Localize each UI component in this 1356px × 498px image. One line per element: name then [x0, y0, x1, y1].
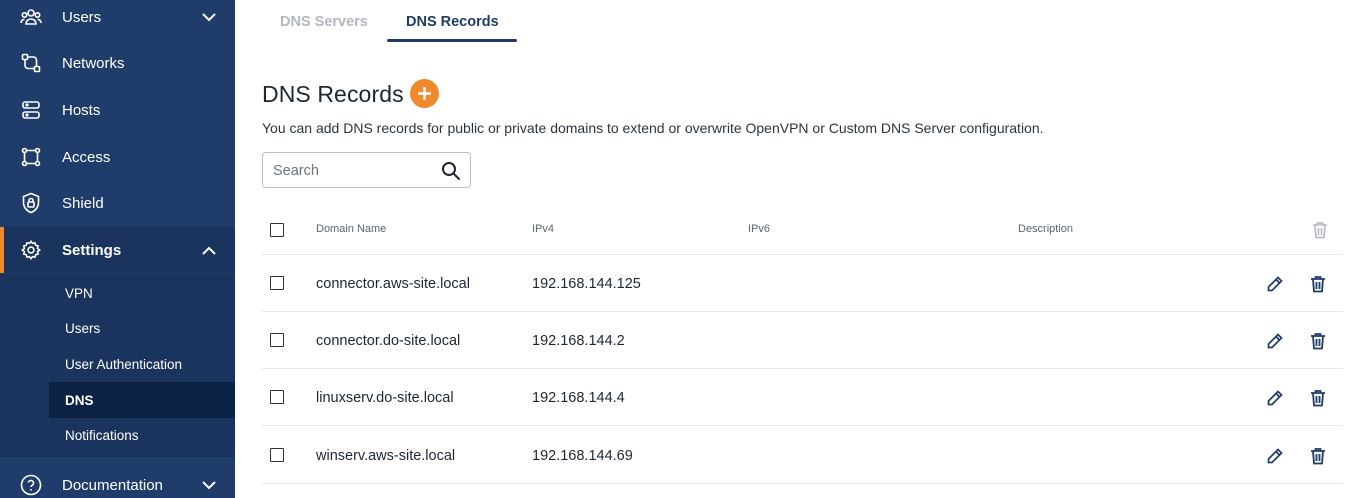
domain-name-cell: connector.aws-site.local	[316, 276, 470, 292]
sidebar: Users Networks Hosts Access Shield Setti…	[0, 0, 235, 498]
row-checkbox[interactable]	[270, 390, 284, 404]
ipv4-cell: 192.168.144.69	[532, 448, 633, 464]
row-checkbox[interactable]	[270, 333, 284, 347]
submenu-item-dns[interactable]: DNS	[49, 382, 235, 418]
page-description: You can add DNS records for public or pr…	[262, 120, 1044, 136]
ipv4-cell: 192.168.144.125	[532, 276, 641, 292]
edit-icon[interactable]	[1265, 274, 1285, 294]
domain-name-cell: connector.do-site.local	[316, 333, 461, 349]
sidebar-item-access[interactable]: Access	[0, 134, 235, 180]
column-header-domain-name: Domain Name	[316, 223, 387, 235]
submenu-item-user-authentication[interactable]: User Authentication	[49, 346, 235, 382]
networks-icon	[20, 52, 42, 74]
sidebar-item-label: Networks	[62, 54, 125, 72]
ipv4-cell: 192.168.144.2	[532, 333, 625, 349]
submenu-item-vpn[interactable]: VPN	[49, 275, 235, 311]
help-icon	[20, 474, 42, 496]
sidebar-item-label: Hosts	[62, 101, 101, 119]
sidebar-item-label: Documentation	[62, 476, 163, 494]
domain-name-cell: linuxserv.do-site.local	[316, 390, 454, 406]
search-input[interactable]	[273, 161, 433, 181]
main-content: DNS Servers DNS Records DNS Records You …	[235, 0, 1356, 498]
chevron-down-icon	[200, 8, 218, 26]
sidebar-item-settings[interactable]: Settings	[0, 227, 235, 273]
column-header-ipv6: IPv6	[748, 223, 771, 235]
chevron-up-icon	[200, 241, 218, 259]
column-header-description: Description	[1018, 223, 1074, 235]
table-row: connector.do-site.local 192.168.144.2	[262, 312, 1343, 369]
hosts-icon	[20, 99, 42, 121]
bulk-delete-icon[interactable]	[1310, 220, 1330, 240]
tab-dns-records[interactable]: DNS Records	[406, 14, 499, 42]
delete-icon[interactable]	[1308, 274, 1328, 294]
sidebar-item-users[interactable]: Users	[0, 0, 235, 40]
sidebar-item-shield[interactable]: Shield	[0, 180, 235, 226]
search-field[interactable]	[262, 152, 471, 188]
settings-submenu: VPN Users User Authentication DNS Notifi…	[0, 274, 235, 457]
sidebar-item-hosts[interactable]: Hosts	[0, 87, 235, 133]
page-title: DNS Records	[262, 81, 404, 107]
edit-icon[interactable]	[1265, 388, 1285, 408]
gear-icon	[20, 239, 42, 261]
select-all-checkbox[interactable]	[270, 223, 284, 237]
sidebar-item-label: Users	[62, 8, 102, 26]
delete-icon[interactable]	[1308, 446, 1328, 466]
active-tab-indicator	[387, 39, 517, 42]
column-header-ipv4: IPv4	[532, 223, 555, 235]
table-row: connector.aws-site.local 192.168.144.125	[262, 255, 1343, 312]
row-checkbox[interactable]	[270, 276, 284, 290]
delete-icon[interactable]	[1308, 388, 1328, 408]
edit-icon[interactable]	[1265, 446, 1285, 466]
plus-icon	[418, 87, 431, 100]
shield-icon	[20, 192, 42, 214]
edit-icon[interactable]	[1265, 331, 1285, 351]
sidebar-item-label: Access	[62, 148, 111, 166]
submenu-item-notifications[interactable]: Notifications	[49, 417, 235, 453]
add-record-button[interactable]	[410, 79, 439, 108]
sidebar-item-label: Settings	[62, 241, 122, 259]
users-icon	[20, 6, 42, 28]
table-row: winserv.aws-site.local 192.168.144.69	[262, 427, 1343, 484]
delete-icon[interactable]	[1308, 331, 1328, 351]
sidebar-item-documentation[interactable]: Documentation	[0, 462, 235, 498]
submenu-item-users[interactable]: Users	[49, 310, 235, 346]
sidebar-item-label: Shield	[62, 194, 104, 212]
table-header: Domain Name IPv4 IPv6 Description	[262, 206, 1343, 255]
tab-dns-servers[interactable]: DNS Servers	[280, 14, 368, 42]
chevron-down-icon	[200, 476, 218, 494]
row-checkbox[interactable]	[270, 448, 284, 462]
domain-name-cell: winserv.aws-site.local	[316, 448, 456, 464]
sidebar-item-networks[interactable]: Networks	[0, 40, 235, 86]
search-icon[interactable]	[441, 161, 461, 181]
ipv4-cell: 192.168.144.4	[532, 390, 625, 406]
table-row: linuxserv.do-site.local 192.168.144.4	[262, 369, 1343, 426]
access-icon	[20, 146, 42, 168]
